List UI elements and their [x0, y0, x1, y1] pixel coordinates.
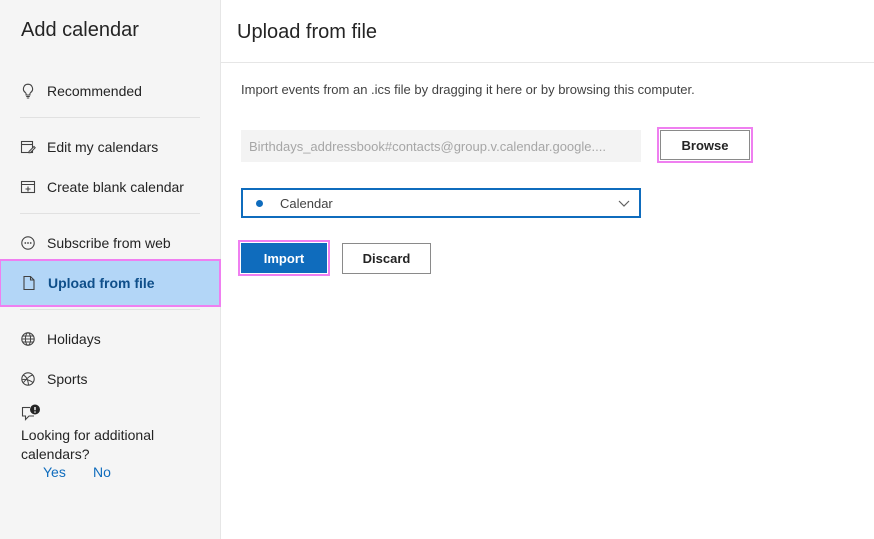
calendar-select[interactable]: Calendar	[241, 188, 641, 218]
sidebar-divider	[20, 213, 200, 214]
calendar-select-value: Calendar	[280, 195, 333, 211]
lightbulb-icon	[20, 83, 36, 99]
page-title: Upload from file	[237, 21, 378, 43]
link-icon	[20, 235, 36, 251]
feedback-no-link[interactable]: No	[93, 464, 111, 480]
discard-button[interactable]: Discard	[342, 243, 431, 274]
sidebar-divider	[20, 309, 200, 310]
calendar-color-dot	[256, 199, 263, 207]
sidebar-item-edit-my-calendars[interactable]: Edit my calendars	[0, 127, 220, 167]
sidebar-item-subscribe-from-web[interactable]: Subscribe from web	[0, 223, 220, 263]
add-calendar-icon	[20, 179, 36, 195]
sidebar: Add calendar Recommended Edit my calenda…	[0, 0, 221, 539]
sidebar-item-upload-from-file[interactable]: Upload from file	[0, 259, 221, 307]
header-divider	[221, 62, 874, 63]
sidebar-item-label: Create blank calendar	[47, 179, 184, 195]
feedback-yes-link[interactable]: Yes	[43, 464, 66, 480]
sidebar-item-label: Edit my calendars	[47, 139, 159, 155]
sidebar-item-label: Recommended	[47, 83, 142, 99]
file-path-input[interactable]	[241, 130, 641, 162]
chevron-down-icon	[617, 196, 631, 210]
import-button[interactable]: Import	[238, 240, 330, 276]
sports-ball-icon	[20, 371, 36, 387]
sidebar-title: Add calendar	[21, 19, 139, 41]
sidebar-divider	[20, 117, 200, 118]
instructions-text: Import events from an .ics file by dragg…	[241, 82, 695, 97]
globe-icon	[20, 331, 36, 347]
document-icon	[21, 275, 37, 291]
sidebar-item-create-blank-calendar[interactable]: Create blank calendar	[0, 167, 220, 207]
sidebar-item-label: Subscribe from web	[47, 235, 171, 251]
feedback-alert-icon	[21, 404, 41, 427]
sidebar-item-recommended[interactable]: Recommended	[0, 71, 220, 111]
sidebar-item-label: Sports	[47, 371, 88, 387]
feedback-question: Looking for additional calendars?	[21, 427, 155, 462]
sidebar-item-sports[interactable]: Sports	[0, 359, 220, 399]
edit-calendar-icon	[20, 139, 36, 155]
sidebar-item-label: Holidays	[47, 331, 101, 347]
browse-button[interactable]: Browse	[657, 127, 753, 163]
sidebar-item-label: Upload from file	[48, 275, 155, 291]
sidebar-item-holidays[interactable]: Holidays	[0, 319, 220, 359]
